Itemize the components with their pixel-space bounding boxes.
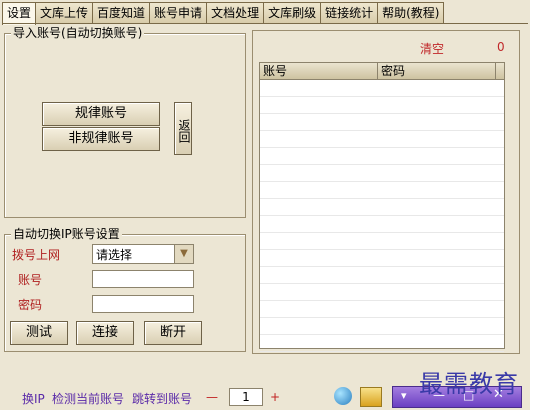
tab-help[interactable]: 帮助(教程) [377,2,445,23]
tab-settings[interactable]: 设置 [2,2,37,25]
table-row[interactable] [260,318,504,335]
dial-select[interactable]: 请选择 ▼ [92,244,194,264]
test-button[interactable]: 测试 [10,321,68,345]
password-field[interactable] [92,295,194,313]
tab-bar: 设置 文库上传 百度知道 账号申请 文档处理 文库刷级 链接统计 帮助(教程) [2,2,445,25]
tab-wenku-level[interactable]: 文库刷级 [263,2,322,23]
column-account[interactable]: 账号 [260,63,378,79]
ip-group-title: 自动切换IP账号设置 [11,227,122,241]
table-row[interactable] [260,80,504,97]
dropdown-arrow-icon[interactable]: ▼ [174,245,193,263]
dial-label: 拨号上网 [12,248,61,262]
detect-account-link[interactable]: 检测当前账号 [52,390,124,407]
jump-to-account-label: 跳转到账号 [132,392,193,406]
password-label: 密码 [18,298,43,312]
table-row[interactable] [260,182,504,199]
table-row[interactable] [260,233,504,250]
column-password[interactable]: 密码 [378,63,496,79]
tab-divider [2,23,528,24]
connect-button[interactable]: 连接 [76,321,134,345]
pin-icon[interactable]: ▾ [401,389,407,402]
page-decrement[interactable]: — [206,390,218,404]
table-row[interactable] [260,199,504,216]
table-row[interactable] [260,301,504,318]
table-row[interactable] [260,165,504,182]
tab-link-stats[interactable]: 链接统计 [320,2,379,23]
irregular-account-button[interactable]: 非规律账号 [42,127,160,151]
tab-account-apply[interactable]: 账号申请 [149,2,208,23]
regular-account-button[interactable]: 规律账号 [42,102,160,126]
globe-icon[interactable] [334,387,352,405]
main-window: 设置 文库上传 百度知道 账号申请 文档处理 文库刷级 链接统计 帮助(教程) … [0,0,530,410]
dial-select-value: 请选择 [96,248,133,262]
page-increment[interactable]: + [270,390,280,404]
table-row[interactable] [260,131,504,148]
table-row[interactable] [260,267,504,284]
table-row[interactable] [260,335,504,352]
tab-wenku-upload[interactable]: 文库上传 [35,2,94,23]
tab-baidu-zhidao[interactable]: 百度知道 [92,2,151,23]
clear-button[interactable]: 清空 [420,40,444,57]
account-count: 0 [497,40,505,54]
table-row[interactable] [260,216,504,233]
import-group-title: 导入账号(自动切换账号) [11,26,145,40]
change-ip-link[interactable]: 换IP [22,390,45,407]
tab-doc-process[interactable]: 文档处理 [206,2,265,23]
account-label: 账号 [18,273,43,287]
disconnect-button[interactable]: 断开 [144,321,202,345]
table-row[interactable] [260,114,504,131]
account-field[interactable] [92,270,194,288]
table-row[interactable] [260,148,504,165]
back-button[interactable]: 返回 [174,102,192,155]
folder-icon[interactable] [360,387,382,407]
table-row[interactable] [260,97,504,114]
table-row[interactable] [260,250,504,267]
watermark-text: 最需教育 [419,370,519,398]
table-header: 账号 密码 [260,63,504,80]
table-row[interactable] [260,284,504,301]
account-table: 账号 密码 [259,62,505,352]
page-input[interactable]: 1 [229,388,263,406]
